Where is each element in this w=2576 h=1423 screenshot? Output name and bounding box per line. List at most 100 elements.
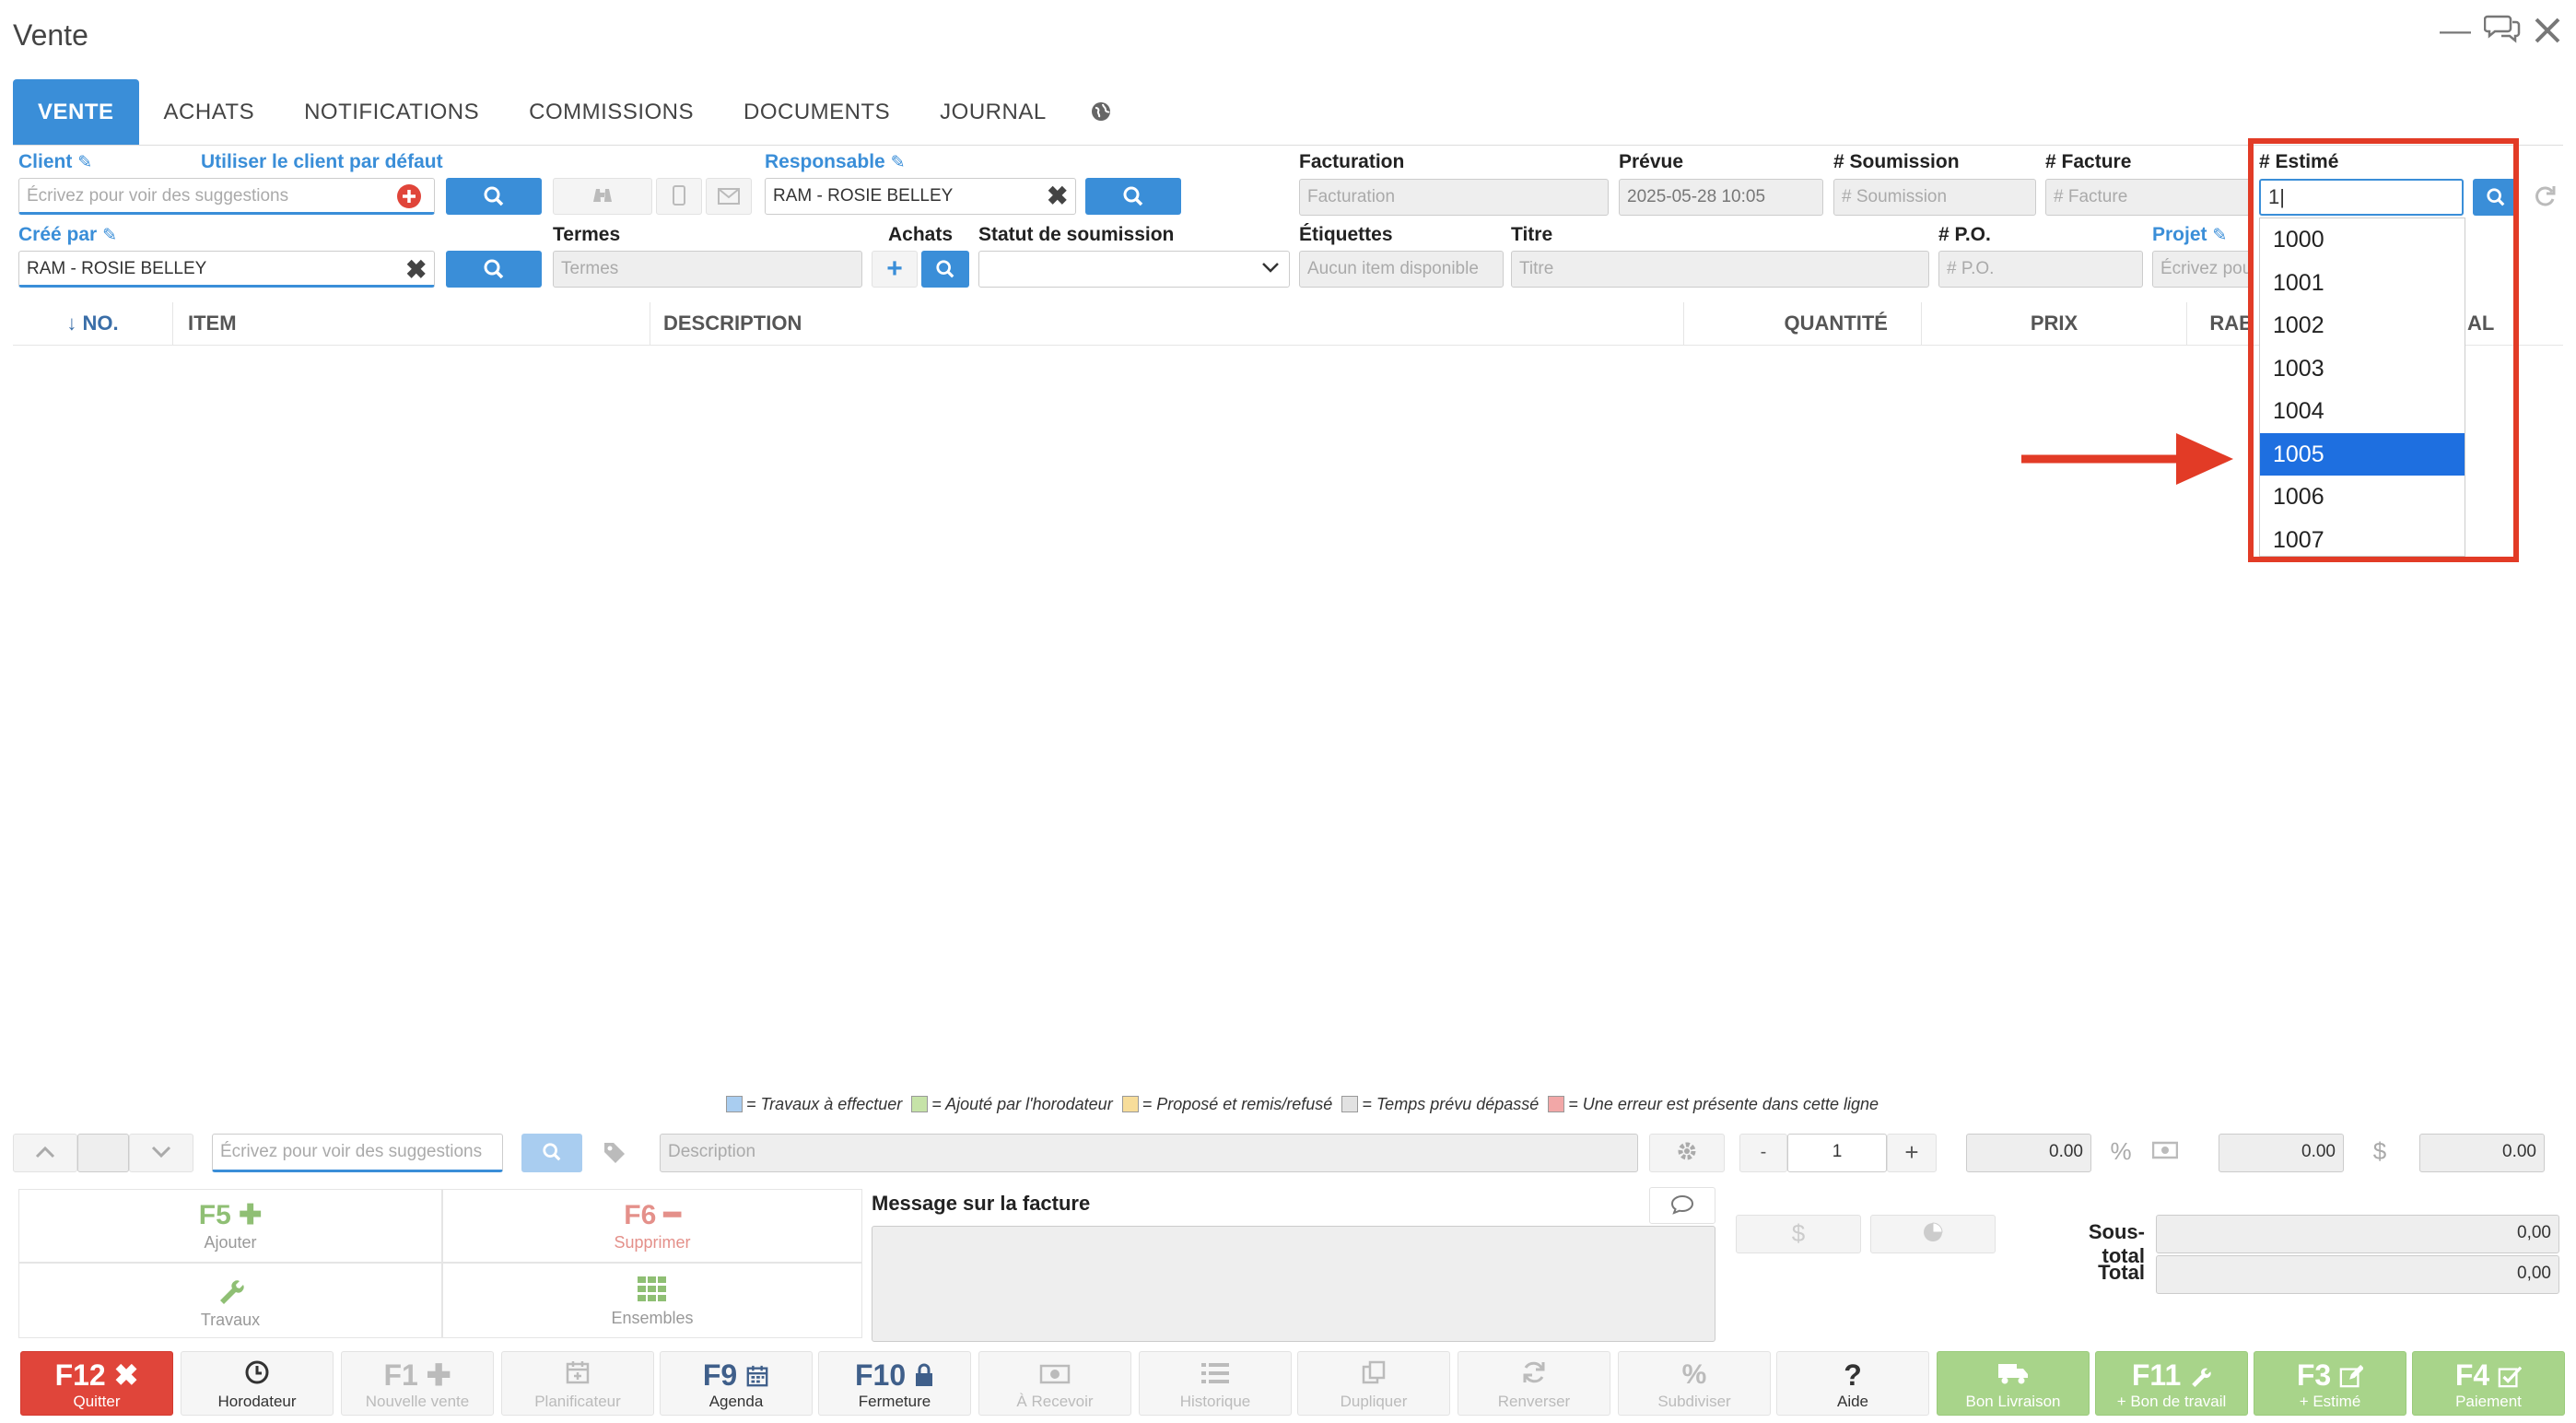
tab-achats[interactable]: ACHATS	[139, 79, 280, 146]
new-sale-button[interactable]: F1 ✚ Nouvelle vente	[341, 1351, 494, 1416]
dupliquer-button[interactable]: Dupliquer	[1297, 1351, 1450, 1416]
tab-vente[interactable]: VENTE	[13, 79, 139, 146]
facturation-field[interactable]: Facturation	[1299, 179, 1609, 216]
cree-par-search-button[interactable]	[446, 251, 542, 288]
add-client-icon[interactable]	[396, 183, 422, 214]
dollar-toggle[interactable]: $	[2360, 1134, 2399, 1172]
move-up-button[interactable]	[13, 1134, 77, 1172]
client-label[interactable]: Client ✎	[18, 151, 92, 173]
col-no[interactable]: ↓ NO.	[13, 302, 173, 345]
renverser-button[interactable]: Renverser	[1458, 1351, 1610, 1416]
money-bill-icon	[1039, 1364, 1071, 1384]
bon-de-travail-button[interactable]: F11 + Bon de travail	[2095, 1351, 2248, 1416]
historique-button[interactable]: Historique	[1139, 1351, 1292, 1416]
legend: = Travaux à effectuer = Ajouté par l'hor…	[726, 1095, 1879, 1114]
po-label: # P.O.	[1938, 224, 1991, 245]
projet-label[interactable]: Projet ✎	[2152, 224, 2227, 246]
paiement-button[interactable]: F4 Paiement	[2412, 1351, 2565, 1416]
prevue-field[interactable]: 2025-05-28 10:05	[1619, 179, 1823, 216]
planificateur-button[interactable]: Planificateur	[501, 1351, 654, 1416]
close-icon[interactable]	[2534, 17, 2561, 53]
titre-field[interactable]: Titre	[1511, 251, 1929, 288]
legend-swatch	[911, 1096, 929, 1112]
add-achat-button[interactable]: +	[872, 251, 918, 288]
discount-field[interactable]: 0.00	[2219, 1134, 2344, 1172]
total-value: 0,00	[2156, 1255, 2559, 1294]
client-input[interactable]: Écrivez pour voir des suggestions	[18, 178, 435, 215]
minimize-icon[interactable]: —	[2440, 13, 2471, 49]
line-number-field[interactable]	[77, 1134, 129, 1172]
aide-button[interactable]: ? Aide	[1776, 1351, 1929, 1416]
projet-field[interactable]: Écrivez pou	[2152, 251, 2254, 288]
percent-toggle[interactable]: %	[2102, 1134, 2139, 1172]
cree-par-field[interactable]: RAM - ROSIE BELLEY	[18, 251, 435, 288]
po-field[interactable]: # P.O.	[1938, 251, 2143, 288]
clear-responsable-icon[interactable]: ✖	[1047, 181, 1068, 211]
cree-par-label[interactable]: Créé par ✎	[18, 224, 117, 246]
quantity-minus-button[interactable]: -	[1739, 1134, 1787, 1172]
quit-button[interactable]: F12 ✖ Quitter	[20, 1351, 173, 1416]
col-description[interactable]: DESCRIPTION	[650, 302, 1684, 345]
statut-select[interactable]	[978, 251, 1290, 288]
agenda-button[interactable]: F9 Agenda	[660, 1351, 813, 1416]
price-field[interactable]: 0.00	[1966, 1134, 2091, 1172]
refresh-icon[interactable]	[2532, 182, 2558, 213]
gear-icon[interactable]	[1649, 1134, 1725, 1172]
clear-cree-par-icon[interactable]: ✖	[405, 254, 427, 285]
description-input[interactable]: Description	[660, 1134, 1638, 1172]
a-recevoir-button[interactable]: À Recevoir	[978, 1351, 1131, 1416]
etiquettes-field[interactable]: Aucun item disponible	[1299, 251, 1504, 288]
message-textarea[interactable]	[872, 1226, 1715, 1342]
truck-icon	[1998, 1364, 2028, 1384]
refresh-icon	[1523, 1361, 1545, 1383]
tab-commissions[interactable]: COMMISSIONS	[504, 79, 719, 146]
facturation-label: Facturation	[1299, 151, 1405, 172]
tab-journal[interactable]: JOURNAL	[915, 79, 1071, 146]
responsable-label[interactable]: Responsable ✎	[765, 151, 905, 173]
globe-icon[interactable]	[1071, 79, 1130, 146]
col-prix[interactable]: PRIX	[1922, 302, 2187, 345]
copy-icon	[1362, 1360, 1386, 1384]
chat-icon[interactable]	[2483, 13, 2521, 53]
responsable-search-button[interactable]	[1085, 178, 1181, 215]
default-client-link[interactable]: Utiliser le client par défaut	[201, 151, 443, 173]
line-total-field[interactable]: 0.00	[2419, 1134, 2545, 1172]
binoculars-icon[interactable]	[553, 178, 652, 215]
quantity-field[interactable]: 1	[1787, 1134, 1887, 1172]
termes-field[interactable]: Termes	[553, 251, 862, 288]
responsable-field[interactable]: RAM - ROSIE BELLEY	[765, 178, 1076, 215]
estime-button[interactable]: F3 + Estimé	[2254, 1351, 2406, 1416]
achats-search-button[interactable]	[921, 251, 969, 288]
pie-chart-icon[interactable]	[1870, 1215, 1996, 1253]
ensembles-button[interactable]: Ensembles	[442, 1263, 862, 1338]
col-quantite[interactable]: QUANTITÉ	[1684, 302, 1922, 345]
soumission-field[interactable]: # Soumission	[1833, 179, 2036, 216]
phone-icon[interactable]	[656, 178, 702, 215]
titre-label: Titre	[1511, 224, 1553, 245]
money-icon[interactable]	[2145, 1134, 2185, 1172]
col-item[interactable]: ITEM	[173, 302, 650, 345]
comment-icon[interactable]	[1649, 1187, 1715, 1224]
percent-icon: %	[1681, 1359, 1707, 1390]
dollar-button[interactable]: $	[1736, 1215, 1861, 1253]
email-icon[interactable]	[706, 178, 752, 215]
client-search-button[interactable]	[446, 178, 542, 215]
item-input[interactable]: Écrivez pour voir des suggestions	[212, 1134, 503, 1172]
legend-text: = Une erreur est présente dans cette lig…	[1568, 1095, 1879, 1113]
fermeture-button[interactable]: F10 Fermeture	[818, 1351, 971, 1416]
subdiviser-button[interactable]: % Subdiviser	[1618, 1351, 1771, 1416]
tab-documents[interactable]: DOCUMENTS	[719, 79, 915, 146]
quantity-plus-button[interactable]: +	[1887, 1134, 1937, 1172]
tag-icon[interactable]	[603, 1141, 626, 1170]
bon-livraison-button[interactable]: Bon Livraison	[1937, 1351, 2090, 1416]
grid-icon	[443, 1276, 861, 1307]
delete-line-button[interactable]: F6 ━ Supprimer	[442, 1189, 862, 1263]
horodateur-button[interactable]: Horodateur	[181, 1351, 334, 1416]
facture-field[interactable]: # Facture	[2045, 179, 2254, 216]
item-search-button[interactable]	[521, 1134, 582, 1172]
tab-notifications[interactable]: NOTIFICATIONS	[279, 79, 504, 146]
legend-swatch	[1341, 1096, 1359, 1112]
travaux-button[interactable]: Travaux	[18, 1263, 442, 1338]
move-down-button[interactable]	[129, 1134, 193, 1172]
add-line-button[interactable]: F5 ✚ Ajouter	[18, 1189, 442, 1263]
